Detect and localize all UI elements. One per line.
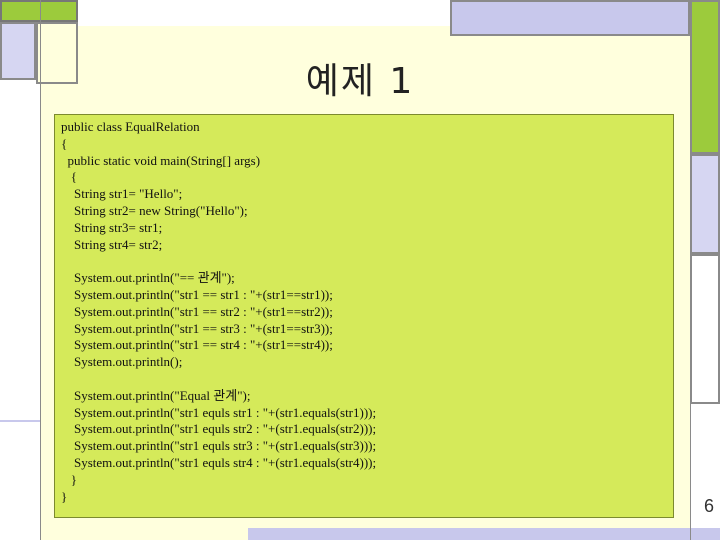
right-lavender-block (690, 154, 720, 254)
left-lavender-strip (0, 420, 40, 540)
top-left-green-block (0, 0, 78, 22)
page-number: 6 (703, 496, 714, 516)
right-white-block (690, 254, 720, 404)
code-line: String str3= str1; (61, 219, 163, 235)
code-line: public class EqualRelation (61, 119, 200, 134)
code-line: System.out.println("Equal 관계"); (61, 387, 251, 403)
code-listing: public class EqualRelation{ public stati… (54, 114, 674, 518)
code-line: System.out.println("== 관계"); (61, 270, 235, 286)
slide-title: 예제 1 (305, 61, 415, 102)
code-line: String str2= new String("Hello"); (61, 202, 248, 218)
code-line: String str4= str2; (61, 236, 163, 252)
code-line: } (61, 471, 77, 487)
code-line: System.out.println("str1 == str4 : "+(st… (61, 337, 333, 353)
code-line: { (61, 169, 77, 185)
code-line: System.out.println("str1 equls str3 : "+… (61, 438, 377, 454)
code-line: System.out.println("str1 == str3 : "+(st… (61, 320, 333, 336)
code-line: public static void main(String[] args) (61, 152, 261, 168)
code-line: System.out.println("str1 equls str2 : "+… (61, 421, 377, 437)
code-line: System.out.println(); (61, 354, 183, 370)
code-line: System.out.println("str1 equls str4 : "+… (61, 454, 377, 470)
bottom-lavender-strip (248, 528, 720, 540)
code-line: System.out.println("str1 equls str1 : "+… (61, 404, 377, 420)
code-line: System.out.println("str1 == str1 : "+(st… (61, 286, 333, 302)
code-line: String str1= "Hello"; (61, 186, 183, 202)
top-right-lavender-block (450, 0, 690, 36)
code-line: { (61, 135, 68, 151)
code-line: System.out.println("str1 == str2 : "+(st… (61, 303, 333, 319)
code-line: } (61, 488, 68, 504)
